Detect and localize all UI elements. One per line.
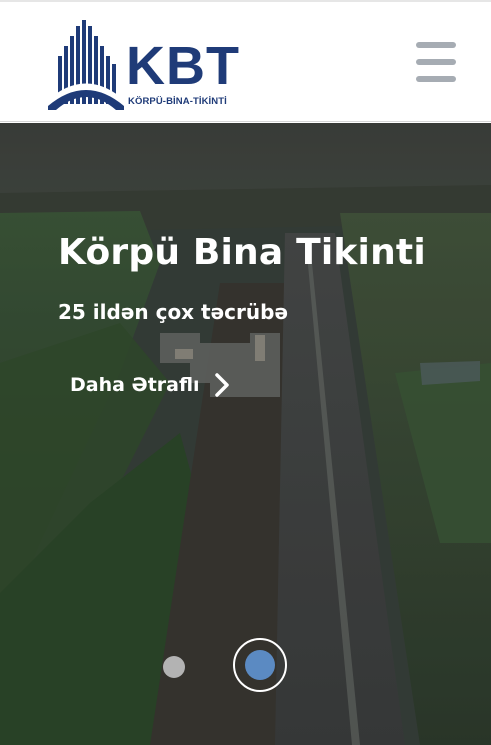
hero-subtitle: 25 ildən çox təcrübə	[58, 300, 289, 324]
slide-indicator-1[interactable]	[163, 656, 185, 678]
site-header: KBT KÖRPÜ-BİNA-TİKİNTİ	[0, 2, 491, 122]
brand-logo[interactable]: KBT KÖRPÜ-BİNA-TİKİNTİ	[46, 18, 239, 110]
hamburger-menu-icon[interactable]	[412, 42, 458, 82]
bridge-logo-icon	[46, 20, 126, 110]
hero-slider: Körpü Bina Tikinti 25 ildən çox təcrübə …	[0, 123, 491, 745]
brand-tagline: KÖRPÜ-BİNA-TİKİNTİ	[128, 96, 227, 107]
active-slide-dot	[245, 650, 275, 680]
learn-more-link[interactable]: Daha Ətraflı	[70, 370, 230, 400]
menu-bar-middle	[416, 59, 456, 65]
menu-bar-bottom	[416, 76, 456, 82]
chevron-right-icon	[214, 373, 229, 397]
menu-bar-top	[416, 42, 456, 48]
slide-indicator-2-active[interactable]	[233, 638, 287, 692]
hero-title: Körpü Bina Tikinti	[58, 232, 426, 273]
brand-name: KBT	[126, 36, 240, 96]
learn-more-label: Daha Ətraflı	[70, 374, 200, 396]
